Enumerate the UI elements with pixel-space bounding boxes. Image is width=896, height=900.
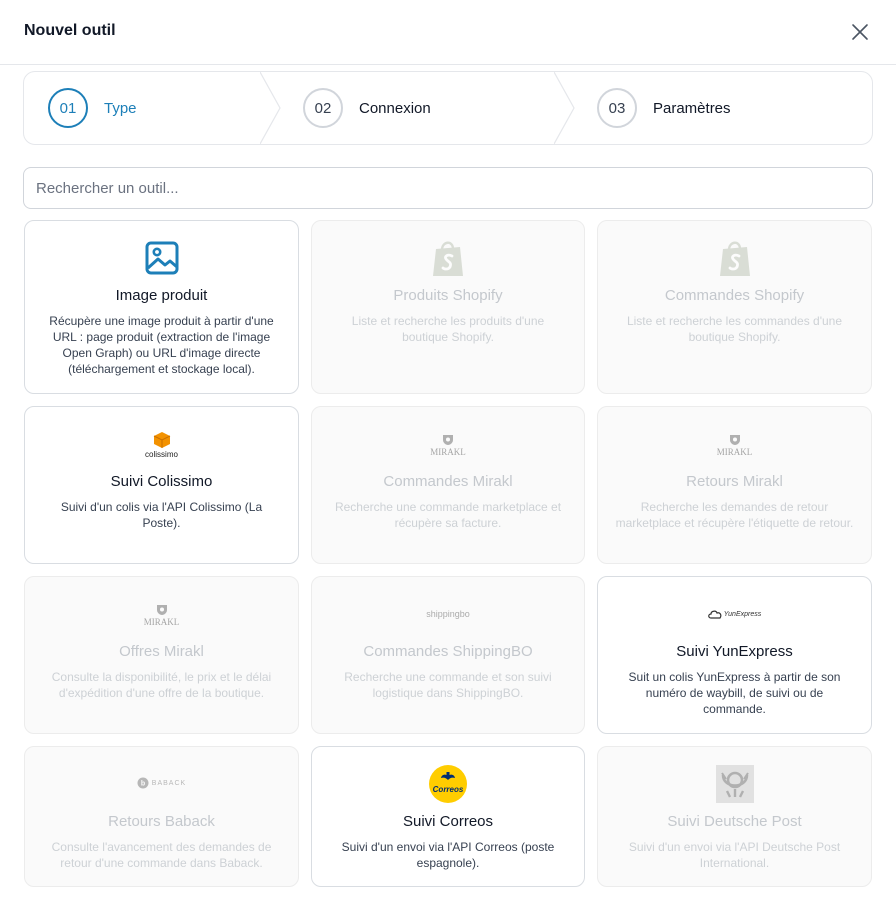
tool-card-image-produit[interactable]: Image produit Récupère une image produit… [24, 220, 299, 394]
yunexpress-logo [707, 610, 722, 619]
step-separator-icon [260, 72, 281, 144]
dialog-title: Nouvel outil [24, 22, 116, 39]
correos-logo: Correos [429, 765, 467, 803]
tool-card-retours-mirakl: MIRAKL Retours Mirakl Recherche les dema… [597, 406, 872, 564]
tool-description: Liste et recherche les commandes d'une b… [626, 314, 843, 344]
shopify-logo [433, 241, 463, 276]
tool-description: Suit un colis YunExpress à partir de son… [628, 670, 841, 716]
tool-description: Recherche une commande marketplace et ré… [334, 500, 562, 530]
tool-description: Récupère une image produit à partir d'un… [49, 314, 274, 376]
deutsche-post-logo [715, 765, 754, 803]
tool-title: Suivi Colissimo [110, 473, 213, 490]
mirakl-logo-text: MIRAKL [143, 616, 180, 627]
mirakl-logo-text: MIRAKL [716, 446, 753, 457]
tool-card-suivi-correos[interactable]: Correos Suivi Correos Suivi d'un envoi v… [311, 746, 585, 887]
step-parametres[interactable]: 03 Paramètres [597, 72, 731, 144]
step-number: 02 [303, 88, 343, 128]
baback-logo: b [137, 777, 149, 789]
yunexpress-logo-text: YunExpress [723, 610, 762, 618]
tool-title: Suivi Correos [402, 813, 494, 830]
tool-title: Image produit [115, 287, 208, 304]
step-connexion[interactable]: 02 Connexion [303, 72, 431, 144]
tool-card-suivi-colissimo[interactable]: colissimo Suivi Colissimo Suivi d'un col… [24, 406, 299, 564]
tool-description: Suivi d'un envoi via l'API Correos (post… [341, 840, 555, 870]
image-icon [145, 241, 178, 275]
step-number: 03 [597, 88, 637, 128]
tool-title: Retours Baback [108, 813, 215, 830]
tool-title: Commandes Shopify [664, 287, 805, 304]
tool-title: Suivi Deutsche Post [667, 813, 802, 830]
tool-card-retours-baback: b BABACK Retours Baback Consulte l'avanc… [24, 746, 299, 887]
tool-title: Suivi YunExpress [676, 643, 793, 660]
tool-description: Recherche les demandes de retour marketp… [615, 500, 854, 530]
tool-description: Consulte la disponibilité, le prix et le… [51, 670, 272, 700]
step-label: Connexion [359, 99, 431, 117]
mirakl-logo-text: MIRAKL [430, 446, 466, 457]
tool-card-commandes-shippingbo: shippingbo Commandes ShippingBO Recherch… [311, 576, 585, 734]
tool-title: Commandes Mirakl [383, 473, 513, 490]
tool-title: Retours Mirakl [686, 473, 783, 490]
tool-title: Commandes ShippingBO [363, 643, 533, 660]
tool-card-offres-mirakl: MIRAKL Offres Mirakl Consulte la disponi… [24, 576, 299, 734]
tool-card-commandes-shopify: Commandes Shopify Liste et recherche les… [597, 220, 872, 394]
close-icon [852, 24, 868, 40]
mirakl-logo [156, 604, 167, 615]
close-button[interactable] [848, 20, 872, 44]
tool-card-commandes-mirakl: MIRAKL Commandes Mirakl Recherche une co… [311, 406, 585, 564]
colissimo-logo-text: colissimo [145, 450, 178, 459]
mirakl-logo [729, 434, 740, 445]
correos-logo-text: Correos [433, 785, 464, 794]
baback-logo-text: BABACK [151, 779, 187, 787]
tool-search-input[interactable] [23, 167, 873, 209]
step-label: Type [104, 99, 137, 117]
step-number: 01 [48, 88, 88, 128]
step-separator-icon [554, 72, 575, 144]
tool-description: Recherche une commande et son suivi logi… [344, 670, 552, 700]
dialog-header: Nouvel outil [0, 0, 896, 65]
tool-description: Liste et recherche les produits d'une bo… [351, 314, 545, 344]
step-type[interactable]: 01 Type [48, 72, 137, 144]
tool-title: Produits Shopify [393, 287, 503, 304]
tool-description: Suivi d'un colis via l'API Colissimo (La… [60, 500, 263, 530]
shippingbo-logo: shippingbo [426, 609, 470, 619]
tool-card-suivi-yunexpress[interactable]: YunExpress Suivi YunExpress Suit un coli… [597, 576, 872, 734]
tool-description: Consulte l'avancement des demandes de re… [51, 840, 272, 870]
stepper: 01 Type 02 Connexion 03 Paramètres [23, 71, 873, 145]
tool-description: Suivi d'un envoi via l'API Deutsche Post… [628, 840, 841, 870]
colissimo-logo [153, 432, 170, 448]
tool-card-suivi-deutsche-post: Suivi Deutsche Post Suivi d'un envoi via… [597, 746, 872, 887]
step-label: Paramètres [653, 99, 731, 117]
svg-text:b: b [141, 781, 145, 788]
mirakl-logo [443, 434, 453, 445]
tool-title: Offres Mirakl [119, 643, 204, 660]
shopify-logo [719, 241, 750, 276]
tool-card-produits-shopify: Produits Shopify Liste et recherche les … [311, 220, 585, 394]
